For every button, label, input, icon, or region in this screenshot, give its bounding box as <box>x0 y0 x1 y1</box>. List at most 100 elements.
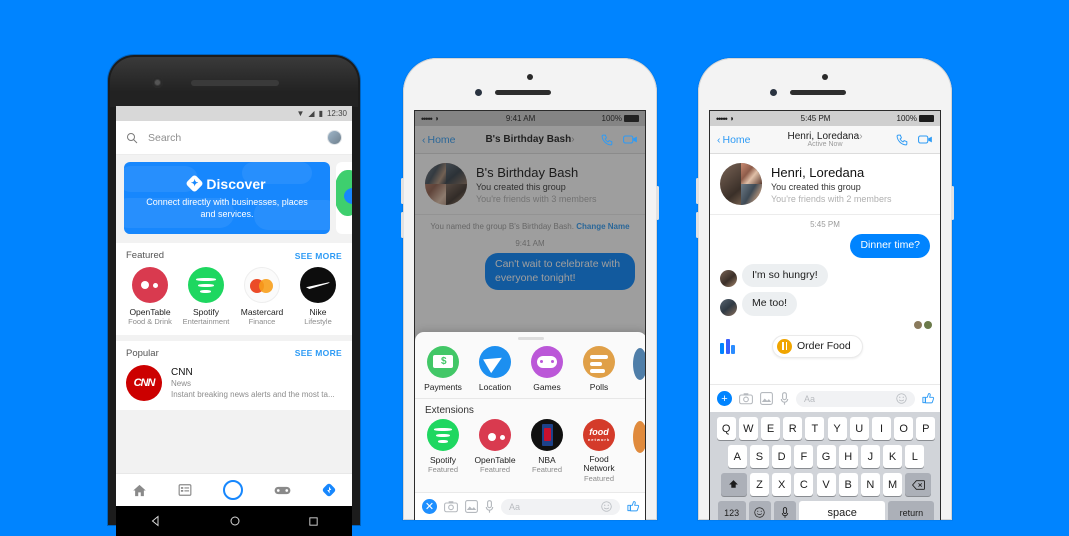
volume-up-button[interactable] <box>696 178 699 204</box>
key-J[interactable]: J <box>860 445 880 468</box>
featured-app-opentable[interactable]: OpenTable Food & Drink <box>123 267 177 327</box>
extension-spotify[interactable]: Spotify Featured <box>417 418 469 484</box>
power-button[interactable] <box>951 186 954 220</box>
smiley-icon[interactable] <box>601 501 612 512</box>
key-B[interactable]: B <box>838 473 858 496</box>
plus-icon[interactable]: + <box>717 391 732 406</box>
android-search-bar[interactable]: Search <box>116 121 352 155</box>
volume-up-button[interactable] <box>401 178 404 204</box>
search-input[interactable]: Search <box>148 132 317 144</box>
tray-item-polls[interactable]: Polls <box>573 345 625 392</box>
microphone-icon[interactable] <box>485 499 494 514</box>
sheet-grabber[interactable] <box>518 336 544 340</box>
key-N[interactable]: N <box>860 473 880 496</box>
extension-opentable[interactable]: OpenTable Featured <box>469 418 521 484</box>
camera-icon[interactable] <box>739 392 753 405</box>
key-O[interactable]: O <box>894 417 914 440</box>
thumbs-up-icon[interactable] <box>627 500 640 513</box>
sidebar-item-camera[interactable] <box>222 480 243 500</box>
key-L[interactable]: L <box>905 445 925 468</box>
message-input[interactable]: Aa <box>796 390 915 407</box>
thumbs-up-icon[interactable] <box>922 392 935 405</box>
group-avatar[interactable] <box>720 163 762 205</box>
key-C[interactable]: C <box>794 473 814 496</box>
video-camera-icon[interactable] <box>918 133 933 146</box>
key-V[interactable]: V <box>816 473 836 496</box>
backspace-icon <box>911 479 925 490</box>
volume-down-button[interactable] <box>696 212 699 238</box>
location-arrow-icon <box>479 345 511 378</box>
key-S[interactable]: S <box>749 445 769 468</box>
key-P[interactable]: P <box>916 417 936 440</box>
shift-key[interactable] <box>720 473 747 496</box>
photos-icon[interactable] <box>465 500 478 513</box>
extension-peek[interactable] <box>633 420 645 453</box>
key-Z[interactable]: Z <box>749 473 769 496</box>
popular-see-more-button[interactable]: SEE MORE <box>295 348 342 358</box>
key-X[interactable]: X <box>772 473 792 496</box>
featured-app-nike[interactable]: Nike Lifestyle <box>291 267 345 327</box>
key-A[interactable]: A <box>727 445 747 468</box>
sidebar-item-home[interactable] <box>132 483 147 498</box>
phone-icon[interactable] <box>601 133 614 146</box>
extension-nba[interactable]: NBA Featured <box>521 418 573 484</box>
key-Q[interactable]: Q <box>716 417 736 440</box>
power-button[interactable] <box>656 186 659 220</box>
sidebar-item-games[interactable] <box>274 484 291 497</box>
profile-avatar[interactable] <box>327 130 342 145</box>
avatar[interactable] <box>720 298 737 316</box>
photos-icon[interactable] <box>760 392 773 405</box>
emoji-key[interactable] <box>748 501 771 520</box>
featured-app-spotify[interactable]: Spotify Entertainment <box>179 267 233 327</box>
featured-app-mastercard[interactable]: Mastercard Finance <box>235 267 289 327</box>
sidebar-item-discover[interactable] <box>322 483 336 497</box>
backspace-key[interactable] <box>905 473 932 496</box>
key-H[interactable]: H <box>838 445 858 468</box>
discover-card-next-peek[interactable] <box>336 162 352 234</box>
volume-down-button[interactable] <box>401 212 404 238</box>
close-x-icon[interactable]: ✕ <box>422 499 437 514</box>
ios-nav-bar: ‹ Home Henri, Loredana› Active Now <box>710 126 940 154</box>
dictation-key[interactable] <box>774 501 796 520</box>
key-M[interactable]: M <box>883 473 903 496</box>
key-T[interactable]: T <box>805 417 825 440</box>
featured-see-more-button[interactable]: SEE MORE <box>295 251 342 261</box>
key-G[interactable]: G <box>816 445 836 468</box>
tray-item-peek[interactable] <box>633 347 645 380</box>
back-triangle-icon[interactable] <box>150 515 162 527</box>
back-button[interactable]: ‹ Home <box>717 134 751 146</box>
avatar[interactable] <box>720 270 737 288</box>
key-F[interactable]: F <box>794 445 814 468</box>
key-K[interactable]: K <box>883 445 903 468</box>
numbers-key[interactable]: 123 <box>717 501 746 520</box>
message-bubble[interactable]: Dinner time? <box>850 234 930 258</box>
phone-icon[interactable] <box>896 133 909 146</box>
video-camera-icon[interactable] <box>623 133 638 146</box>
return-key[interactable]: return <box>888 501 935 520</box>
camera-icon[interactable] <box>444 500 458 513</box>
key-R[interactable]: R <box>783 417 803 440</box>
wifi-down-icon: ▼ <box>296 109 305 118</box>
tray-item-games[interactable]: Games <box>521 345 573 392</box>
message-bubble[interactable]: I'm so hungry! <box>742 263 828 288</box>
tray-item-location[interactable]: Location <box>469 345 521 392</box>
tray-item-payments[interactable]: $ Payments <box>417 345 469 392</box>
microphone-icon[interactable] <box>780 391 789 406</box>
popular-list-item[interactable]: CNN CNN News Instant breaking news alert… <box>116 363 352 410</box>
order-food-button[interactable]: Order Food <box>772 334 863 358</box>
message-bubble[interactable]: Me too! <box>742 292 798 316</box>
key-E[interactable]: E <box>761 417 781 440</box>
home-circle-icon[interactable] <box>229 515 241 527</box>
sidebar-item-messages[interactable] <box>178 483 192 497</box>
message-input[interactable]: Aa <box>501 498 620 515</box>
key-Y[interactable]: Y <box>827 417 847 440</box>
key-D[interactable]: D <box>772 445 792 468</box>
smiley-icon[interactable] <box>896 393 907 404</box>
key-I[interactable]: I <box>871 417 891 440</box>
discover-card[interactable]: ✦ Discover Connect directly with busines… <box>124 162 330 234</box>
recents-square-icon[interactable] <box>308 516 319 527</box>
extension-food-network[interactable]: food network Food Network Featured <box>573 418 625 484</box>
space-key[interactable]: space <box>799 501 886 520</box>
key-U[interactable]: U <box>849 417 869 440</box>
key-W[interactable]: W <box>738 417 758 440</box>
